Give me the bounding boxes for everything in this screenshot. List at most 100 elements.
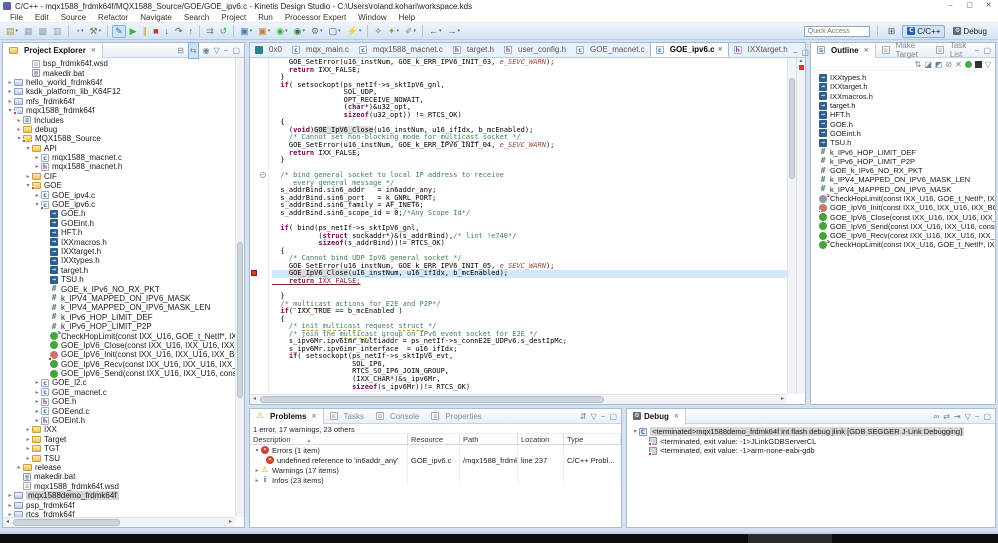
tree-item[interactable]: GOE_IpV6_Recv(const IXX_U16, IXX_U16, IX…	[3, 360, 235, 369]
expand-arrow-icon[interactable]: ▸	[33, 163, 41, 170]
explorer-vscrollbar[interactable]	[235, 58, 244, 517]
perspective-cpp[interactable]: C C/C++	[902, 24, 946, 38]
tab-properties[interactable]: Properties	[425, 409, 487, 424]
editor-vscrollbar[interactable]	[787, 58, 796, 394]
tree-item[interactable]: ▸ TSU	[3, 453, 235, 463]
tree-item[interactable]: GOE.h	[3, 209, 235, 218]
perspective-debug[interactable]: ⚙ Debug	[949, 26, 991, 37]
close-view-icon[interactable]: ✕	[311, 413, 316, 420]
tree-item[interactable]: CheckHopLimit(const IXX_U16, GOE_t_NetIf…	[3, 331, 235, 341]
tree-item[interactable]: ▸ GOE_ipv4.c	[3, 190, 235, 200]
quick-access-input[interactable]	[803, 25, 870, 37]
tree-item[interactable]: ▸ mqx1588_macnet.h	[3, 162, 235, 171]
new-menu-button[interactable]: ▤ ▾	[4, 25, 20, 38]
history-button[interactable]: ◔ ▾	[73, 25, 86, 38]
expand-arrow-icon[interactable]: ▸	[6, 79, 14, 86]
menu-window[interactable]: Window	[352, 13, 392, 22]
maximize-button[interactable]: ▢	[960, 0, 979, 12]
code-line[interactable]: sizeof(u32_opt)) != RTCS_OK)	[272, 111, 787, 120]
outline-item[interactable]: GOE_k_IPv6_NO_RX_PKT	[819, 166, 995, 175]
filter-icon[interactable]: ⇵	[580, 409, 587, 424]
fold-collapse-icon[interactable]: −	[260, 172, 266, 178]
connect-icon[interactable]: ∞	[934, 409, 940, 424]
outline-item[interactable]: HFT.h	[819, 110, 995, 119]
tree-item[interactable]: target.h	[3, 266, 235, 275]
close-button[interactable]: ✕	[979, 0, 998, 12]
tree-item[interactable]: ▸ mfs_frdmk64f	[3, 97, 235, 106]
tree-item[interactable]: bsp_frdmk64f.wsd	[3, 59, 235, 68]
tab-project-explorer[interactable]: Project Explorer ✕	[3, 42, 103, 58]
menu-refactor[interactable]: Refactor	[92, 13, 134, 22]
hide-static-icon[interactable]: ⊘	[945, 60, 952, 69]
outline-item[interactable]: IXXmacros.h	[819, 92, 995, 101]
expand-arrow-icon[interactable]: ▾	[631, 428, 639, 435]
menu-processor-expert[interactable]: Processor Expert	[279, 13, 352, 22]
code-line[interactable]: sizeof(s_ipv6Mr))!= RTCS_OK)	[272, 383, 787, 392]
tree-item[interactable]: ▸ rtcs_frdmk64f	[3, 510, 235, 517]
menu-source[interactable]: Source	[55, 13, 92, 22]
filters-icon[interactable]: ◉	[203, 43, 210, 58]
overview-error-marker[interactable]	[799, 65, 804, 70]
table-row[interactable]: ▾ Errors (1 item)	[250, 445, 621, 455]
debug-config-button[interactable]: ◉ ▾	[292, 25, 307, 38]
back-button[interactable]: ← ▾	[427, 25, 444, 38]
tab-task-list[interactable]: Task List	[930, 41, 975, 59]
minimize-button[interactable]: –	[941, 0, 960, 12]
column-header-location[interactable]: Location	[518, 434, 564, 444]
tree-item[interactable]: ▸ ksdk_platform_lib_K64F12	[3, 87, 235, 96]
tree-item[interactable]: GOE_IpV6_Close(const IXX_U16, IXX_U16, I…	[3, 341, 235, 350]
expand-arrow-icon[interactable]: ▸	[15, 464, 23, 471]
menu-project[interactable]: Project	[215, 13, 252, 22]
maximize-icon[interactable]: ▢	[983, 409, 991, 424]
column-header-description[interactable]: Description ▲	[250, 434, 408, 444]
outline-item[interactable]: k_IPV4_MAPPED_ON_IPV6_MASK_LEN	[819, 175, 995, 184]
view-menu-icon[interactable]: ▽	[985, 60, 991, 69]
terminate-button[interactable]: ■	[151, 25, 160, 38]
editor-tab-user-config-h[interactable]: user_config.h	[499, 42, 571, 57]
minimize-icon[interactable]: −	[975, 43, 980, 58]
tree-item[interactable]: ▸ hello_world_frdmk64f	[3, 78, 235, 87]
tab-make-target[interactable]: Make Target	[876, 41, 930, 59]
tree-item[interactable]: ▸ TGT	[3, 444, 235, 453]
tree-item[interactable]: ▸ CIF	[3, 172, 235, 181]
step-over-button[interactable]: ↷	[173, 25, 185, 38]
tree-item[interactable]: ▸ GOEend.c	[3, 406, 235, 416]
tree-item[interactable]: ▸ GOE_macnet.c	[3, 388, 235, 397]
table-row[interactable]: ▸ Infos (23 items)	[250, 475, 621, 485]
tree-item[interactable]: k_IPV4_MAPPED_ON_IPV6_MASK_LEN	[3, 303, 235, 312]
outline-item[interactable]: GOE_IpV6_Recv(const IXX_U16, IXX_U16, IX…	[819, 231, 995, 240]
expand-arrow-icon[interactable]: ▸	[15, 126, 23, 133]
suspend-button[interactable]: ∥	[141, 25, 150, 38]
outline-item[interactable]: CheckHopLimit(const IXX_U16, GOE_t_NetIf…	[819, 194, 995, 203]
editor-tab-goe-macnet-c[interactable]: GOE_macnet.c	[571, 42, 650, 57]
tab-problems[interactable]: Problems ✕	[250, 408, 324, 424]
search-button[interactable]: ✦ ▾	[386, 25, 401, 38]
outline-item[interactable]: IXXtypes.h	[819, 73, 995, 82]
table-row[interactable]: ▸ Warnings (17 items)	[250, 465, 621, 475]
menu-run[interactable]: Run	[252, 13, 279, 22]
group-includes-icon[interactable]: ◪	[924, 60, 932, 69]
scroll-left-icon[interactable]: ◂	[3, 518, 12, 527]
expand-arrow-icon[interactable]: ▸	[24, 426, 32, 433]
tree-item[interactable]: ▸ debug	[3, 125, 235, 134]
editor-tab-mqx-main-c[interactable]: mqx_main.c	[287, 42, 354, 57]
tree-item[interactable]: ▾ GOE	[3, 181, 235, 191]
maximize-icon[interactable]: ▢	[232, 43, 240, 58]
tree-item[interactable]: ▸ mqx1588_macnet.c	[3, 153, 235, 162]
expand-arrow-icon[interactable]: ▸	[33, 379, 41, 386]
tree-item[interactable]: k_IPv6_HOP_LIMIT_DEF	[3, 313, 235, 322]
column-header-path[interactable]: Path	[460, 434, 518, 444]
expand-arrow-icon[interactable]: ▸	[253, 467, 261, 474]
tab-debug[interactable]: ⚙ Debug ✕	[627, 408, 686, 424]
menu-search[interactable]: Search	[178, 13, 215, 22]
debug-tree-item[interactable]: <terminated, exit value: -1>JLinkGDBServ…	[627, 437, 995, 447]
gear-button[interactable]: ⚙ ▾	[309, 25, 325, 38]
step-return-button[interactable]: ↑	[187, 25, 196, 38]
view-layout-icon[interactable]: ⇄	[943, 409, 950, 424]
editor-hscrollbar[interactable]: ◂ ▸	[250, 394, 787, 404]
flash-programmer-button[interactable]: ⚡ ▾	[345, 25, 364, 38]
hide-fields-icon[interactable]: ◩	[935, 60, 943, 69]
outline-item[interactable]: target.h	[819, 101, 995, 110]
expand-arrow-icon[interactable]: ▾	[24, 145, 32, 152]
minimize-icon[interactable]: −	[224, 43, 229, 58]
